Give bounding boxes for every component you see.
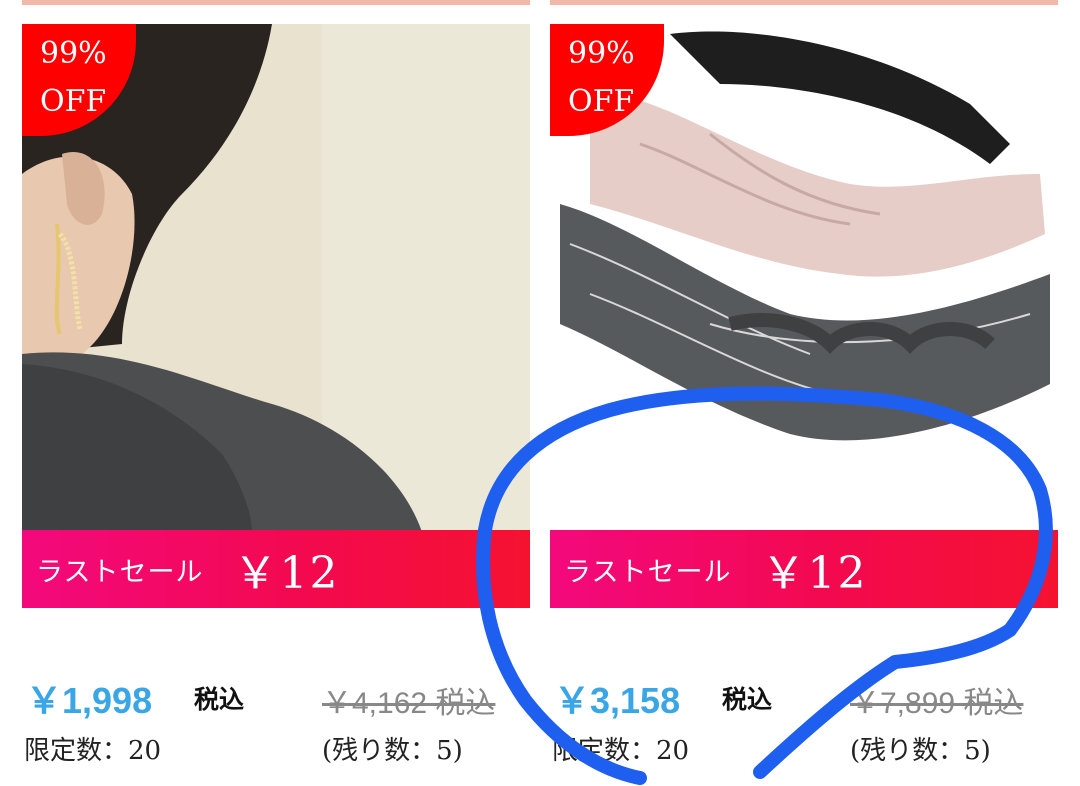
current-price: ￥3,158 <box>554 680 681 721</box>
price-row: ￥3,158 税込 ￥7,899 税込 <box>550 672 1058 721</box>
sale-price: ￥12 <box>761 548 868 599</box>
discount-badge: 99% OFF <box>550 24 664 136</box>
card-top-border-right <box>550 0 1058 5</box>
price-row: ￥1,998 税込 ￥4,162 税込 <box>22 672 530 721</box>
card-top-border-left <box>22 0 530 5</box>
last-sale-banner[interactable]: ラストセール ￥12 <box>22 530 530 608</box>
discount-off-label: OFF <box>40 84 107 119</box>
discount-percent: 99% <box>568 36 635 71</box>
product-card-headband[interactable]: 99% OFF ラストセール ￥12 ￥3,158 税込 ￥7,899 税込 限… <box>550 24 1058 786</box>
limited-quantity: 限定数：20 <box>24 736 162 766</box>
product-image-earring[interactable]: 99% OFF <box>22 24 530 532</box>
remaining-quantity: (残り数：5) <box>850 736 991 766</box>
sale-price: ￥12 <box>233 548 340 599</box>
discount-percent: 99% <box>40 36 107 71</box>
last-sale-banner[interactable]: ラストセール ￥12 <box>550 530 1058 608</box>
limited-quantity: 限定数：20 <box>552 736 690 766</box>
last-sale-label: ラストセール <box>564 556 732 588</box>
product-image-headband[interactable]: 99% OFF <box>550 24 1058 532</box>
tax-included-label: 税込 <box>194 685 245 714</box>
discount-badge: 99% OFF <box>22 24 136 136</box>
stock-row: 限定数：20 (残り数：5) <box>550 730 1058 770</box>
last-sale-label: ラストセール <box>36 556 204 588</box>
remaining-quantity: (残り数：5) <box>322 736 463 766</box>
stock-row: 限定数：20 (残り数：5) <box>22 730 530 770</box>
original-price: ￥7,899 税込 <box>850 687 1024 720</box>
product-card-earring[interactable]: 99% OFF ラストセール ￥12 ￥1,998 税込 ￥4,162 税込 限… <box>22 24 530 786</box>
current-price: ￥1,998 <box>26 680 153 721</box>
discount-off-label: OFF <box>568 84 635 119</box>
tax-included-label: 税込 <box>722 685 773 714</box>
original-price: ￥4,162 税込 <box>322 687 496 720</box>
